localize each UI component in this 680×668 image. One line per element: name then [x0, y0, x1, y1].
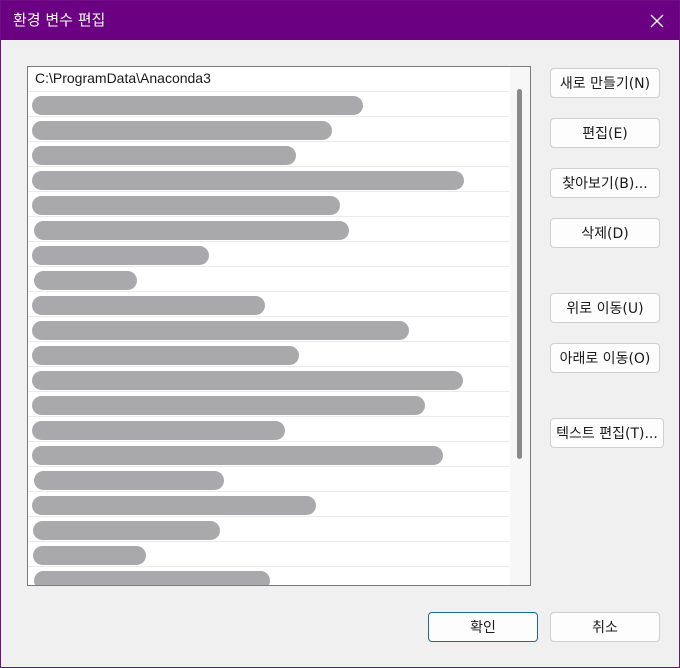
redacted-text [32, 321, 409, 340]
redacted-text [34, 271, 137, 290]
redacted-text [33, 546, 146, 565]
list-item[interactable] [28, 417, 510, 442]
redacted-text [32, 396, 425, 415]
redacted-text [32, 346, 299, 365]
path-list[interactable]: C:\ProgramData\Anaconda3 [27, 66, 531, 586]
list-item[interactable] [28, 142, 510, 167]
close-icon [650, 14, 664, 28]
close-button[interactable] [645, 9, 669, 33]
redacted-text [32, 371, 463, 390]
ok-button[interactable]: 확인 [428, 612, 538, 642]
redacted-text [34, 221, 349, 240]
list-item[interactable] [28, 192, 510, 217]
redacted-text [32, 246, 209, 265]
redacted-text [34, 471, 224, 490]
edit-env-var-dialog: 환경 변수 편집 C:\ProgramData\Anaconda3 새로 만들기… [0, 0, 680, 668]
title-bar: 환경 변수 편집 [1, 1, 679, 40]
redacted-text [32, 446, 443, 465]
edit-text-button[interactable]: 텍스트 편집(T)... [550, 418, 664, 448]
redacted-text [32, 296, 265, 315]
list-item[interactable] [28, 267, 510, 292]
list-item[interactable] [28, 442, 510, 467]
list-item[interactable] [28, 292, 510, 317]
list-item[interactable] [28, 567, 510, 585]
list-item[interactable] [28, 167, 510, 192]
cancel-button[interactable]: 취소 [550, 612, 660, 642]
path-list-rows: C:\ProgramData\Anaconda3 [28, 67, 510, 585]
redacted-text [32, 96, 363, 115]
delete-button[interactable]: 삭제(D) [550, 218, 660, 248]
list-item[interactable] [28, 467, 510, 492]
edit-button[interactable]: 편집(E) [550, 118, 660, 148]
dialog-title: 환경 변수 편집 [13, 11, 106, 29]
scrollbar-thumb[interactable] [517, 89, 522, 459]
list-item[interactable] [28, 492, 510, 517]
redacted-text [32, 196, 340, 215]
list-item[interactable] [28, 117, 510, 142]
redacted-text [32, 421, 285, 440]
redacted-text [32, 121, 332, 140]
move-up-button[interactable]: 위로 이동(U) [550, 293, 660, 323]
list-item[interactable] [28, 317, 510, 342]
move-down-button[interactable]: 아래로 이동(O) [550, 343, 660, 373]
redacted-text [34, 571, 270, 585]
list-item[interactable] [28, 217, 510, 242]
new-button[interactable]: 새로 만들기(N) [550, 68, 660, 98]
redacted-text [32, 496, 316, 515]
redacted-text [33, 521, 220, 540]
list-item[interactable] [28, 342, 510, 367]
list-item[interactable] [28, 542, 510, 567]
redacted-text [32, 146, 296, 165]
list-item[interactable]: C:\ProgramData\Anaconda3 [28, 67, 510, 92]
list-item[interactable] [28, 517, 510, 542]
list-item[interactable] [28, 367, 510, 392]
vertical-scrollbar[interactable] [510, 67, 530, 585]
browse-button[interactable]: 찾아보기(B)... [550, 168, 660, 198]
list-item-text: C:\ProgramData\Anaconda3 [35, 70, 211, 86]
redacted-text [32, 171, 464, 190]
list-item[interactable] [28, 392, 510, 417]
list-item[interactable] [28, 242, 510, 267]
list-item[interactable] [28, 92, 510, 117]
